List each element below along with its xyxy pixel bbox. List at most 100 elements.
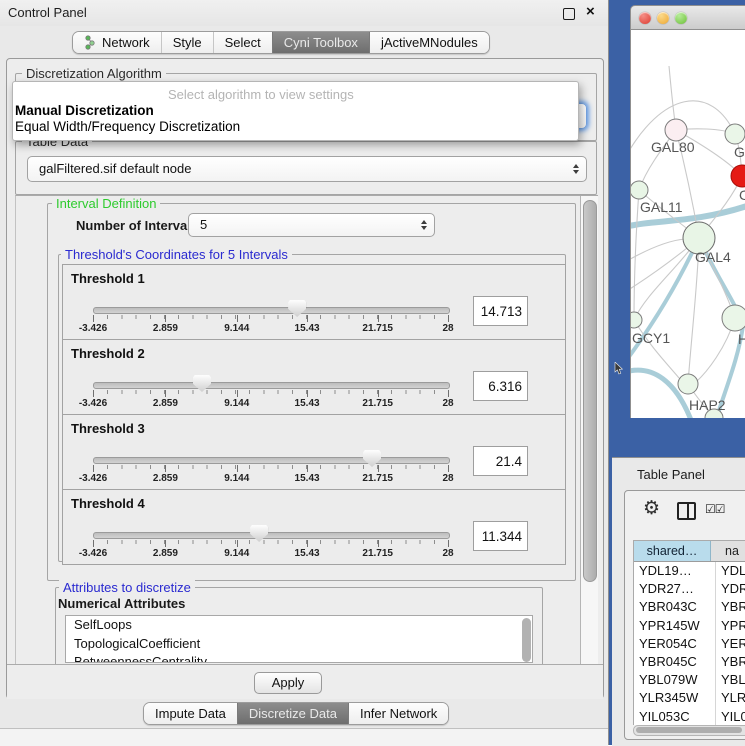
select-columns-checkboxes-icon[interactable]: ☑☑ xyxy=(705,502,725,516)
numerical-attributes-list[interactable]: SelfLoops TopologicalCoefficient Between… xyxy=(65,615,533,663)
number-of-intervals-combobox[interactable]: 5 xyxy=(188,213,435,237)
slider-track[interactable] xyxy=(93,382,450,389)
node-label-gcy1: GCY1 xyxy=(632,330,670,346)
zoom-traffic-light[interactable] xyxy=(675,12,687,24)
tab-network[interactable]: Network xyxy=(73,32,161,53)
table-row[interactable]: YPR145WYPR1 xyxy=(634,617,745,635)
network-node-gcy1[interactable] xyxy=(631,312,642,328)
threshold-1-value-field[interactable]: 14.713 xyxy=(473,296,528,326)
threshold-4-value-field[interactable]: 11.344 xyxy=(473,521,528,551)
network-node-hap2[interactable] xyxy=(678,374,698,394)
cell[interactable]: YIL053C xyxy=(634,708,716,726)
slider-track[interactable] xyxy=(93,532,450,539)
cell[interactable]: YPR1 xyxy=(716,617,745,635)
cell[interactable]: YBL0 xyxy=(716,671,745,689)
node-label-gal11: GAL11 xyxy=(640,199,683,215)
network-node-gal11[interactable] xyxy=(631,181,648,199)
threshold-3-value-field[interactable]: 21.4 xyxy=(473,446,528,476)
list-scrollbar[interactable] xyxy=(522,618,531,662)
cell[interactable]: YPR145W xyxy=(634,617,716,635)
list-item[interactable]: SelfLoops xyxy=(66,616,532,635)
table-row[interactable]: YBR045CYBR0 xyxy=(634,653,745,671)
cell[interactable]: YBR043C xyxy=(634,598,716,616)
table-row[interactable]: YDR27…YDR2 xyxy=(634,580,745,598)
tab-cyni-toolbox[interactable]: Cyni Toolbox xyxy=(272,32,369,53)
cell[interactable]: YER054C xyxy=(634,635,716,653)
tab-style[interactable]: Style xyxy=(161,32,213,53)
threshold-3-slider[interactable]: -3.426 2.859 9.144 15.43 21.715 28 xyxy=(93,415,448,489)
slider-track[interactable] xyxy=(93,457,450,464)
tick-label: 15.43 xyxy=(295,398,320,409)
network-node-h[interactable] xyxy=(722,305,745,331)
network-icon xyxy=(84,35,97,50)
list-item[interactable]: BetweennessCentrality xyxy=(66,653,532,663)
threshold-coordinates-label: Threshold's Coordinates for 5 Intervals xyxy=(61,247,292,262)
table-data-combobox[interactable]: galFiltered.sif default node xyxy=(27,156,587,182)
cell[interactable]: YLR3 xyxy=(716,689,745,707)
tick-label: 21.715 xyxy=(362,548,393,559)
cell[interactable]: YDR2 xyxy=(716,580,745,598)
popup-item-equal-width-frequency[interactable]: Equal Width/Frequency Discretization xyxy=(15,119,240,134)
apply-button[interactable]: Apply xyxy=(254,672,322,694)
threshold-2-value-field[interactable]: 6.316 xyxy=(473,371,528,401)
table-row[interactable]: YER054CYER0 xyxy=(634,635,745,653)
number-of-intervals-label: Number of Intervals xyxy=(76,218,198,233)
tick-label: 9.144 xyxy=(224,473,249,484)
tab-impute-data[interactable]: Impute Data xyxy=(144,703,237,724)
combo-arrows-icon xyxy=(421,220,427,230)
tick-label: -3.426 xyxy=(79,398,107,409)
threshold-2-panel: Threshold 2 -3.426 2.859 9.144 15.43 21.… xyxy=(62,339,566,415)
cell[interactable]: YBR0 xyxy=(716,598,745,616)
popup-item-manual-discretization[interactable]: Manual Discretization xyxy=(15,103,154,118)
network-canvas[interactable]: GAL80 GA C GAL11 GAL4 GCY1 H HAP2 xyxy=(630,30,745,418)
desktop-background: Control Panel × Network Style Select Cyn… xyxy=(0,0,745,745)
table-horizontal-scrollbar[interactable] xyxy=(633,725,745,736)
cell[interactable]: YBR045C xyxy=(634,653,716,671)
tick-label: 21.715 xyxy=(362,398,393,409)
threshold-2-slider[interactable]: -3.426 2.859 9.144 15.43 21.715 28 xyxy=(93,340,448,414)
threshold-1-slider[interactable]: -3.426 2.859 9.144 15.43 21.715 28 xyxy=(93,265,448,339)
gear-icon[interactable]: ⚙ xyxy=(643,499,660,519)
cell[interactable]: YBL079W xyxy=(634,671,716,689)
list-item[interactable]: TopologicalCoefficient xyxy=(66,635,532,654)
cell[interactable]: YDR27… xyxy=(634,580,716,598)
column-header-name[interactable]: na xyxy=(711,541,745,561)
mouse-cursor xyxy=(614,362,624,375)
panel-scrollbar-thumb[interactable] xyxy=(583,200,597,582)
network-node-ga[interactable] xyxy=(725,124,745,144)
close-traffic-light[interactable] xyxy=(639,12,651,24)
tick-label: 9.144 xyxy=(224,398,249,409)
tick-label: 15.43 xyxy=(295,473,320,484)
table-row[interactable]: YLR345WYLR3 xyxy=(634,689,745,707)
cell[interactable]: YLR345W xyxy=(634,689,716,707)
tab-infer-network[interactable]: Infer Network xyxy=(348,703,448,724)
network-node-gal80[interactable] xyxy=(665,119,687,141)
column-header-shared[interactable]: shared… xyxy=(634,541,711,561)
tab-discretize-data[interactable]: Discretize Data xyxy=(237,703,348,724)
cell[interactable]: YER0 xyxy=(716,635,745,653)
cell[interactable]: YDL19… xyxy=(634,562,716,580)
tab-jactivemnodules-label: jActiveMNodules xyxy=(381,35,478,50)
tab-network-label: Network xyxy=(102,35,150,50)
tick-label: 9.144 xyxy=(224,548,249,559)
close-icon[interactable]: × xyxy=(586,3,595,20)
tick-label: -3.426 xyxy=(79,548,107,559)
table-row[interactable]: YDL19…YDL1 xyxy=(634,562,745,580)
control-panel-window: Control Panel × Network Style Select Cyn… xyxy=(0,0,609,745)
tab-style-label: Style xyxy=(173,35,202,50)
threshold-4-slider[interactable]: -3.426 2.859 9.144 15.43 21.715 28 xyxy=(93,490,448,564)
tab-jactivemnodules[interactable]: jActiveMNodules xyxy=(369,32,489,53)
tab-select[interactable]: Select xyxy=(213,32,272,53)
table-row[interactable]: YBL079WYBL0 xyxy=(634,671,745,689)
float-window-icon[interactable] xyxy=(563,8,575,20)
table-row[interactable]: YBR043CYBR0 xyxy=(634,598,745,616)
minimize-traffic-light[interactable] xyxy=(657,12,669,24)
cell[interactable]: YDL1 xyxy=(716,562,745,580)
cell[interactable]: YBR0 xyxy=(716,653,745,671)
control-panel-titlebar: Control Panel × xyxy=(0,0,608,26)
columns-icon[interactable] xyxy=(677,502,696,520)
panel-scrollbar-track[interactable] xyxy=(580,196,598,665)
cell[interactable]: YIL0 xyxy=(716,708,745,726)
table-row[interactable]: YIL053CYIL0 xyxy=(634,708,745,726)
slider-track[interactable] xyxy=(93,307,450,314)
